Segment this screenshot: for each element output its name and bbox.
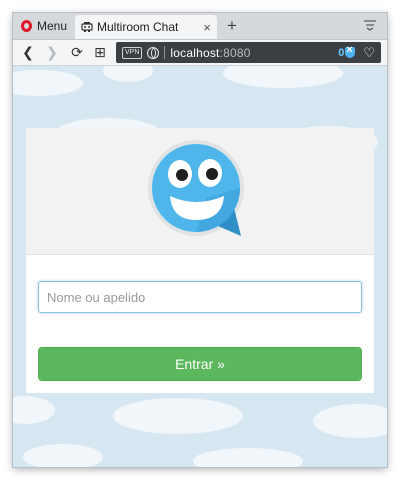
forward-button[interactable]: ❯ [43, 43, 61, 61]
back-button[interactable]: ❮ [19, 43, 37, 61]
tab-strip: Menu Multiroom Chat × + [13, 13, 387, 40]
new-tab-button[interactable]: + [223, 16, 241, 36]
reload-icon: ⟳ [71, 43, 83, 60]
address-separator [164, 46, 166, 59]
cloud-decoration [13, 70, 83, 96]
cloud-decoration [113, 398, 243, 434]
url-port: :8080 [219, 45, 251, 60]
url-text[interactable]: localhost:8080 [170, 46, 338, 60]
cloud-decoration [103, 66, 153, 82]
cloud-decoration [23, 444, 103, 467]
cloud-decoration [313, 404, 387, 438]
adblock-indicator[interactable]: 0 [338, 44, 356, 59]
adblock-count: 0 [338, 46, 345, 59]
logo-header [26, 128, 374, 255]
menu-label: Menu [37, 19, 68, 33]
speed-dial-button[interactable]: ⊞ [91, 43, 109, 61]
tab-menu-icon[interactable] [363, 18, 377, 32]
cloud-decoration [223, 66, 343, 88]
tab-multiroom-chat[interactable]: Multiroom Chat × [75, 15, 217, 39]
url-host: localhost [170, 45, 220, 60]
address-bar[interactable]: VPN localhost:8080 0 ♡ [116, 42, 381, 63]
chat-app-favicon-icon [81, 22, 93, 32]
adblock-shield-icon [345, 44, 356, 58]
opera-menu-button[interactable]: Menu [13, 13, 73, 39]
close-tab-icon[interactable]: × [203, 20, 211, 35]
enter-button[interactable]: Entrar » [38, 347, 362, 381]
vpn-badge[interactable]: VPN [122, 46, 143, 59]
tab-title: Multiroom Chat [97, 20, 179, 34]
login-card: Entrar » [26, 128, 374, 393]
reload-button[interactable]: ⟳ [68, 43, 86, 61]
nickname-input[interactable] [38, 281, 362, 313]
forward-arrow-icon: ❯ [46, 43, 58, 60]
heart-icon[interactable]: ♡ [363, 45, 375, 61]
smiley-chat-logo-icon [148, 140, 244, 236]
grid-icon: ⊞ [94, 43, 106, 60]
cloud-decoration [13, 396, 55, 424]
page-viewport: Entrar » [13, 66, 387, 467]
browser-window: Menu Multiroom Chat × + ❮ ❯ ⟳ ⊞ VPN loca… [13, 13, 387, 467]
back-arrow-icon: ❮ [22, 43, 34, 60]
cloud-decoration [193, 448, 303, 467]
opera-logo-icon [21, 20, 32, 32]
navigation-bar: ❮ ❯ ⟳ ⊞ VPN localhost:8080 0 ♡ [13, 40, 387, 66]
globe-icon[interactable] [147, 46, 160, 59]
